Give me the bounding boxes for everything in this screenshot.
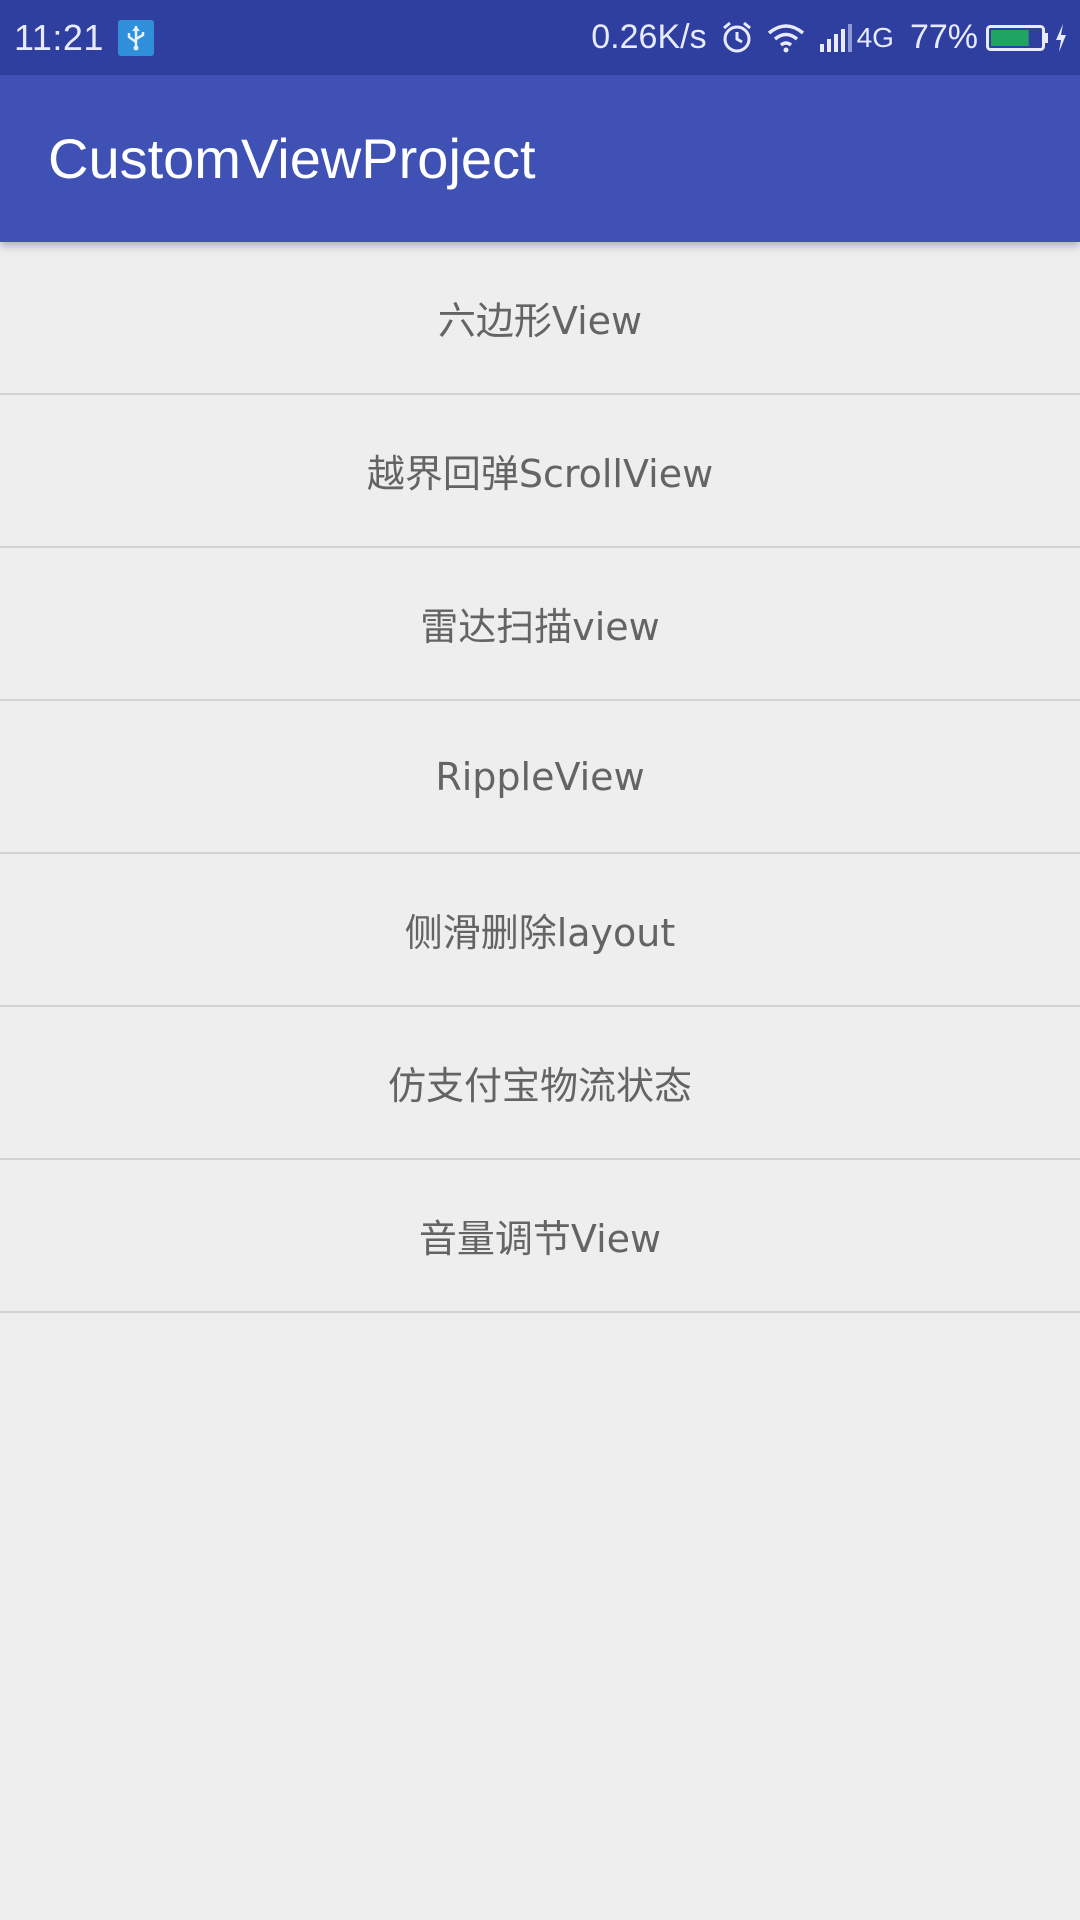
network-speed: 0.26K/s (591, 18, 707, 56)
list-item-overscroll-scrollview[interactable]: 越界回弹ScrollView (0, 395, 1080, 548)
list-item-label: 雷达扫描view (420, 605, 660, 649)
list-item-alipay-logistics-status[interactable]: 仿支付宝物流状态 (0, 1007, 1080, 1160)
battery-icon (986, 23, 1050, 53)
charging-icon (1054, 23, 1068, 53)
usb-icon (117, 19, 154, 56)
status-time: 11:21 (14, 16, 104, 58)
status-bar: 11:21 0.26K/s 4G 77% (0, 0, 1080, 75)
list-item-label: 仿支付宝物流状态 (387, 1064, 692, 1108)
app-title: CustomViewProject (48, 127, 536, 190)
cell-signal-icon (819, 23, 853, 52)
wifi-icon (767, 23, 805, 53)
app-bar: CustomViewProject (0, 75, 1080, 242)
list-item-swipe-delete-layout[interactable]: 侧滑删除layout (0, 854, 1080, 1007)
status-bar-left: 11:21 (14, 0, 154, 75)
list-item-label: 六边形View (437, 299, 643, 343)
list-item-label: RippleView (435, 754, 645, 799)
battery-percent: 77% (909, 18, 978, 56)
list-item-volume-adjust-view[interactable]: 音量调节View (0, 1160, 1080, 1313)
list-item-ripple-view[interactable]: RippleView (0, 701, 1080, 854)
list-item-radar-scan-view[interactable]: 雷达扫描view (0, 548, 1080, 701)
list-item-label: 越界回弹ScrollView (366, 452, 714, 496)
alarm-icon (721, 21, 753, 55)
status-bar-right: 0.26K/s 4G 77% (591, 0, 1068, 75)
list-item-label: 音量调节View (418, 1217, 662, 1261)
list-item-hexagon-view[interactable]: 六边形View (0, 242, 1080, 395)
view-list: 六边形View 越界回弹ScrollView 雷达扫描view RippleVi… (0, 242, 1080, 1313)
list-item-label: 侧滑删除layout (404, 911, 676, 955)
network-type: 4G (856, 21, 894, 53)
